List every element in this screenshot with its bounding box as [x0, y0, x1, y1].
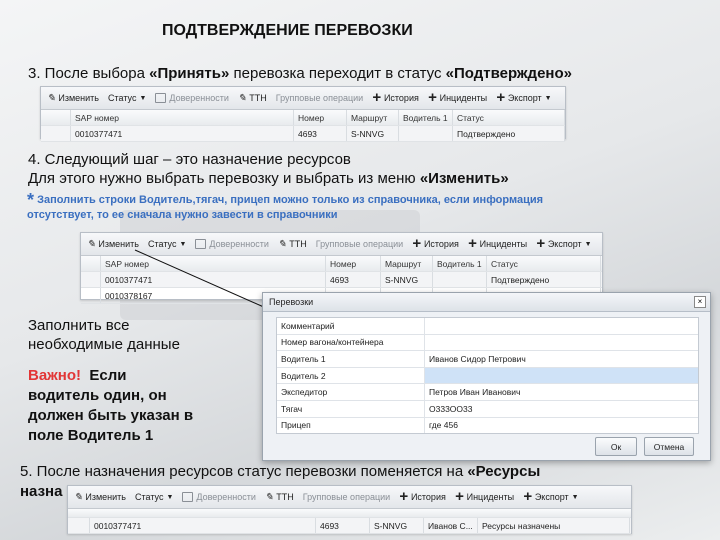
plus-icon: + [399, 488, 408, 505]
cell-route: S-NNVG [370, 518, 424, 533]
history-label: История [410, 492, 446, 502]
incidents-button[interactable]: + Инциденты [454, 488, 515, 505]
field-tractor[interactable]: Тягач О333ОО33 [277, 400, 698, 418]
field-label: Экспедитор [277, 384, 425, 400]
field-trailer[interactable]: Прицеп где 456 [277, 417, 698, 434]
fill-line2: необходимые данные [28, 336, 180, 353]
step5-line1: 5. После назначения ресурсов статус пере… [20, 462, 540, 482]
field-value[interactable]: где 456 [425, 418, 698, 434]
field-label: Номер вагона/контейнера [277, 334, 425, 351]
cancel-button[interactable]: Отмена [644, 437, 694, 456]
field-forwarder[interactable]: Экспедитор Петров Иван Иванович [277, 384, 698, 401]
group-operations-button[interactable]: Групповые операции [303, 492, 390, 502]
field-label: Прицеп [277, 417, 425, 434]
important-l1: Если [81, 367, 127, 384]
ok-button[interactable]: Ок [595, 437, 637, 456]
toolbar-3: ✎ Изменить Статус ▼ Доверенности ✎ ТТН Груп… [68, 486, 631, 509]
grid-header [68, 509, 631, 518]
field-label: Комментарий [277, 318, 425, 334]
status-dropdown[interactable]: Статус ▼ [135, 492, 173, 502]
field-label: Тягач [277, 400, 425, 417]
status-label: Статус [135, 492, 164, 502]
important-l3: должен быть указан в [28, 407, 194, 424]
field-value[interactable] [425, 367, 698, 384]
field-value[interactable] [425, 335, 698, 351]
fill-line1: Заполнить все [28, 317, 130, 334]
ttn-label: ТТН [276, 492, 294, 502]
plus-icon: + [454, 488, 464, 505]
export-dropdown[interactable]: + Экспорт ▼ [523, 488, 579, 505]
power-of-attorney-button[interactable]: Доверенности [182, 492, 256, 502]
document-icon [182, 492, 194, 502]
cell-status: Ресурсы назначены [478, 518, 630, 533]
field-value[interactable] [425, 318, 698, 334]
dialog-title: Перевозки [263, 293, 710, 312]
important-label: Важно! [28, 367, 82, 384]
history-button[interactable]: + История [399, 488, 446, 505]
caret-down-icon: ▼ [571, 493, 579, 501]
important-text: Важно! Если водитель один, он должен быт… [28, 366, 193, 446]
important-l4: поле Водитель 1 [28, 427, 154, 444]
edit-button[interactable]: ✎ Изменить [74, 492, 126, 503]
row-spacer [68, 518, 90, 533]
step5-pre: 5. После назначения ресурсов статус пере… [20, 463, 468, 480]
field-driver1[interactable]: Водитель 1 Иванов Сидор Петрович [277, 351, 698, 368]
field-value[interactable]: Петров Иван Иванович [425, 384, 698, 400]
field-container-number[interactable]: Номер вагона/контейнера [277, 334, 698, 352]
important-l2: водитель один, он [28, 387, 167, 404]
field-value[interactable]: О333ОО33 [425, 401, 698, 417]
incidents-label: Инциденты [466, 492, 515, 502]
field-comment[interactable]: Комментарий [277, 318, 698, 335]
close-icon[interactable]: × [694, 296, 706, 308]
cell-number: 4693 [316, 518, 370, 533]
transport-dialog: Перевозки × Комментарий Номер вагона/кон… [262, 292, 711, 461]
field-label: Водитель 1 [277, 351, 425, 367]
caret-down-icon: ▼ [166, 493, 174, 501]
step5-bold: «Ресурсы [467, 463, 541, 480]
ttn-button[interactable]: ✎ ТТН [265, 492, 294, 503]
fill-text: Заполнить все необходимые данные [28, 316, 180, 354]
dialog-fields: Комментарий Номер вагона/контейнера Води… [276, 317, 699, 435]
pencil-icon: ✎ [264, 491, 274, 503]
pencil-icon: ✎ [74, 491, 83, 503]
important-line1: Важно! Если [28, 366, 193, 386]
field-value[interactable]: Иванов Сидор Петрович [425, 351, 698, 367]
power-label: Доверенности [196, 492, 256, 502]
edit-label: Изменить [85, 492, 126, 502]
field-label: Водитель 2 [277, 367, 425, 384]
cell-sap: 0010377471 [90, 518, 316, 533]
plus-icon: + [523, 488, 532, 505]
grid-panel-3: ✎ Изменить Статус ▼ Доверенности ✎ ТТН Груп… [67, 485, 632, 534]
export-label: Экспорт [534, 492, 569, 502]
field-driver2[interactable]: Водитель 2 [277, 367, 698, 385]
table-row[interactable]: 0010377471 4693 S-NNVG Иванов С... Ресур… [68, 518, 631, 534]
cell-driver1: Иванов С... [424, 518, 478, 533]
